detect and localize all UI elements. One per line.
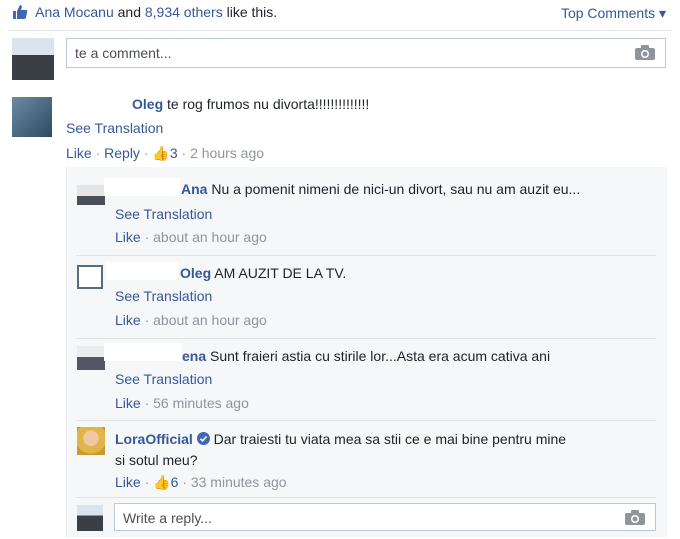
top-comments-dropdown[interactable]: Top Comments ▾: [561, 5, 666, 22]
reply-avatar[interactable]: [77, 265, 103, 289]
reply-actions: Like · about an hour ago: [115, 312, 267, 328]
user-avatar[interactable]: [77, 505, 103, 531]
reply-text-line2: si sotul meu?: [115, 452, 198, 468]
verified-badge-icon: [196, 431, 210, 447]
reply-body: Oleg AM AUZIT DE LA TV.: [180, 265, 346, 281]
comment-author[interactable]: Oleg: [132, 96, 163, 112]
like-link[interactable]: Like: [115, 229, 141, 245]
reply-author[interactable]: LoraOfficial: [115, 431, 193, 447]
liker-name-link[interactable]: Ana Mocanu: [35, 4, 114, 20]
reply-avatar[interactable]: [77, 185, 105, 205]
like-link[interactable]: Like: [115, 395, 141, 411]
redacted-name: [106, 262, 178, 280]
others-link[interactable]: 8,934 others: [145, 4, 223, 20]
reply-text: Nu a pomenit nimeni de nici-un divort, s…: [211, 181, 581, 197]
see-translation-link[interactable]: See Translation: [115, 288, 212, 304]
user-avatar[interactable]: [12, 38, 54, 80]
reply-text: Dar traiesti tu viata mea sa stii ce e m…: [213, 431, 567, 447]
reply-text: AM AUZIT DE LA TV.: [214, 265, 347, 281]
redacted-name: [66, 94, 130, 112]
like-link[interactable]: Like: [115, 474, 141, 490]
see-translation-link[interactable]: See Translation: [115, 371, 212, 387]
like-summary-bar: Ana Mocanu and 8,934 others like this. T…: [0, 0, 680, 28]
comment-avatar[interactable]: [12, 97, 52, 137]
like-link[interactable]: Like: [115, 312, 141, 328]
reaction-count[interactable]: 👍6: [153, 474, 178, 490]
reaction-count[interactable]: 👍3: [152, 145, 177, 161]
divider: [76, 255, 656, 256]
like-this-text: like this.: [226, 4, 278, 21]
redacted-name: [104, 178, 180, 196]
comment-actions: Like · Reply · 👍3 · 2 hours ago: [66, 145, 265, 161]
comment-text: te rog frumos nu divorta!!!!!!!!!!!!!!: [167, 96, 370, 112]
reply-time: about an hour ago: [153, 312, 267, 328]
reply-author[interactable]: Ana: [181, 181, 207, 197]
divider: [76, 420, 656, 421]
reply-input[interactable]: [121, 504, 584, 532]
camera-icon[interactable]: [625, 510, 645, 525]
reply-author[interactable]: Oleg: [180, 265, 211, 281]
reply-actions: Like · 56 minutes ago: [115, 395, 249, 411]
thumbs-up-icon: [12, 4, 28, 23]
divider: [76, 497, 656, 498]
camera-icon[interactable]: [635, 45, 655, 60]
reply-time: 56 minutes ago: [153, 395, 249, 411]
divider: [8, 30, 672, 31]
reply-avatar[interactable]: [77, 427, 105, 455]
like-summary: Ana Mocanu and 8,934 others like this.: [12, 4, 277, 23]
reply-avatar[interactable]: [77, 346, 105, 370]
reply-actions: Like · 👍6 · 33 minutes ago: [115, 474, 287, 490]
reply-body: Ana Nu a pomenit nimeni de nici-un divor…: [181, 181, 580, 197]
reply-link[interactable]: Reply: [104, 145, 140, 161]
like-link[interactable]: Like: [66, 145, 92, 161]
see-translation-link[interactable]: See Translation: [66, 120, 163, 136]
main-comment-body: Oleg te rog frumos nu divorta!!!!!!!!!!!…: [132, 96, 369, 112]
redacted-name: [104, 343, 182, 361]
likes-and-text: and: [117, 4, 141, 21]
see-translation-link[interactable]: See Translation: [115, 206, 212, 222]
reply-author[interactable]: ena: [182, 348, 206, 364]
comment-input[interactable]: [73, 39, 586, 67]
reply-time: about an hour ago: [153, 229, 267, 245]
comment-input-box[interactable]: [66, 38, 666, 68]
reply-actions: Like · about an hour ago: [115, 229, 267, 245]
reply-body: LoraOfficial Dar traiesti tu viata mea s…: [115, 431, 566, 447]
reply-time: 33 minutes ago: [190, 474, 287, 490]
comment-time: 2 hours ago: [190, 145, 265, 161]
reply-text: Sunt fraieri astia cu stirile lor...Asta…: [210, 348, 551, 364]
small-like-icon: 👍: [153, 474, 171, 490]
reply-body: ena Sunt fraieri astia cu stirile lor...…: [182, 348, 550, 364]
reply-input-box[interactable]: [114, 503, 656, 532]
divider: [76, 338, 656, 339]
small-like-icon: 👍: [152, 145, 170, 161]
